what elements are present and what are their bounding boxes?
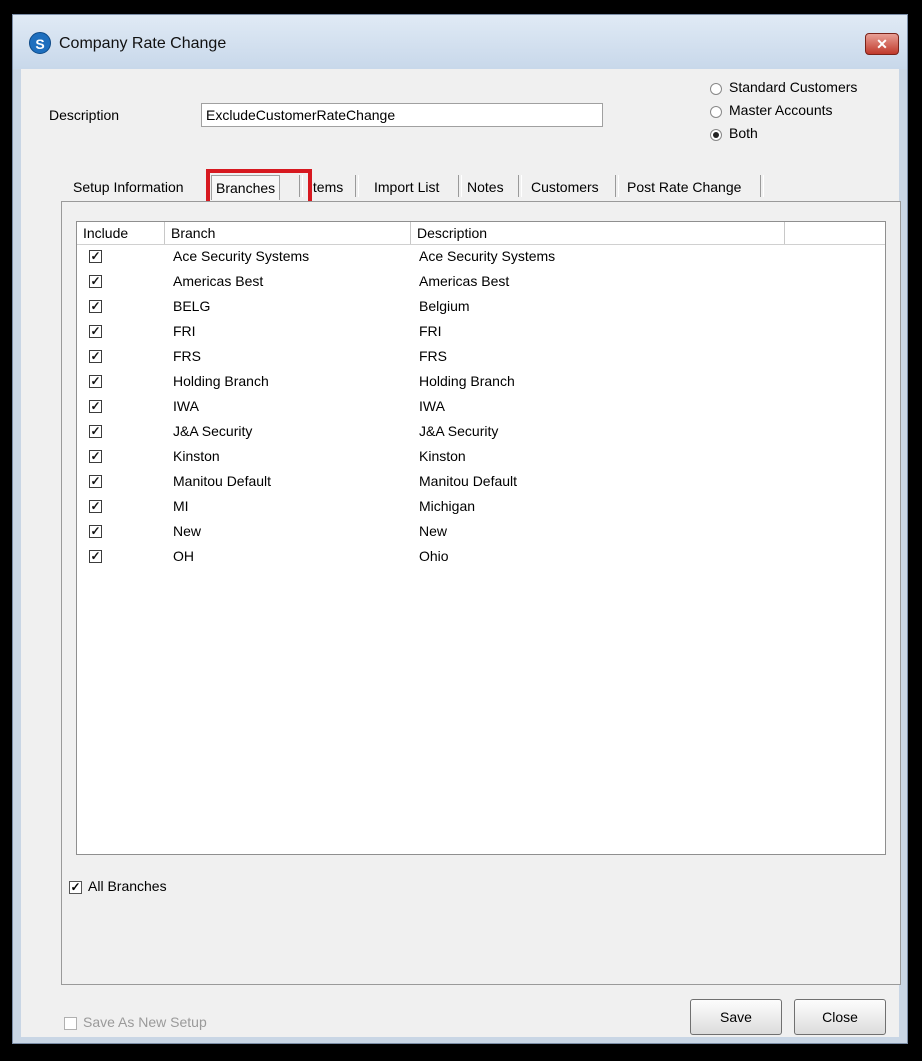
branch-cell: Holding Branch bbox=[173, 373, 269, 389]
standard-customers-radio[interactable] bbox=[710, 83, 722, 95]
save-as-new-setup-label: Save As New Setup bbox=[83, 1014, 207, 1030]
branches-tab-highlight-box bbox=[206, 169, 312, 205]
standard-customers-label: Standard Customers bbox=[729, 79, 858, 95]
table-row[interactable]: ✓ Holding Branch Holding Branch bbox=[77, 371, 885, 396]
tab-post-rate-change[interactable]: Post Rate Change bbox=[623, 175, 745, 199]
branch-cell: New bbox=[173, 523, 202, 539]
column-header-empty bbox=[785, 222, 885, 244]
both-label: Both bbox=[729, 125, 758, 141]
description-cell: Holding Branch bbox=[419, 373, 515, 389]
include-checkbox[interactable]: ✓ bbox=[89, 475, 102, 488]
window-title: Company Rate Change bbox=[59, 35, 227, 52]
table-row[interactable]: ✓ Ace Security Systems Ace Security System… bbox=[77, 246, 885, 271]
description-cell: IWA bbox=[419, 398, 445, 414]
branches-list[interactable]: Include Branch Description ✓ Ace Security… bbox=[76, 221, 886, 855]
column-header-description[interactable]: Description bbox=[411, 222, 785, 244]
tab-customers[interactable]: Customers bbox=[527, 175, 603, 199]
include-checkbox[interactable]: ✓ bbox=[89, 550, 102, 563]
master-accounts-label: Master Accounts bbox=[729, 102, 833, 118]
description-cell: Ohio bbox=[419, 548, 449, 564]
include-checkbox[interactable]: ✓ bbox=[89, 350, 102, 363]
all-branches-label: All Branches bbox=[88, 878, 167, 894]
branch-cell: Americas Best bbox=[173, 273, 264, 289]
table-row[interactable]: ✓ J&A Security J&A Security bbox=[77, 421, 885, 446]
description-cell: Ace Security Systems bbox=[419, 248, 556, 264]
tab-divider bbox=[760, 175, 764, 197]
branch-cell: Kinston bbox=[173, 448, 220, 464]
save-as-new-setup-checkbox[interactable] bbox=[64, 1017, 77, 1030]
app-logo-icon: S bbox=[29, 32, 51, 54]
description-label: Description bbox=[49, 107, 120, 123]
include-checkbox[interactable]: ✓ bbox=[89, 325, 102, 338]
description-cell: Belgium bbox=[419, 298, 470, 314]
tab-divider bbox=[518, 175, 522, 197]
table-row[interactable]: ✓ New New bbox=[77, 521, 885, 546]
both-radio[interactable] bbox=[710, 129, 722, 141]
description-cell: FRI bbox=[419, 323, 442, 339]
include-checkbox[interactable]: ✓ bbox=[89, 500, 102, 513]
tab-setup-information[interactable]: Setup Information bbox=[69, 175, 188, 199]
table-row[interactable]: ✓ Kinston Kinston bbox=[77, 446, 885, 471]
table-row[interactable]: ✓ MI Michigan bbox=[77, 496, 885, 521]
include-checkbox[interactable]: ✓ bbox=[89, 400, 102, 413]
include-checkbox[interactable]: ✓ bbox=[89, 300, 102, 313]
branch-cell: FRS bbox=[173, 348, 201, 364]
tab-import-list[interactable]: Import List bbox=[370, 175, 443, 199]
description-cell: J&A Security bbox=[419, 423, 499, 439]
close-window-button[interactable]: ✕ bbox=[865, 33, 899, 55]
branch-cell: MI bbox=[173, 498, 189, 514]
table-row[interactable]: ✓ FRI FRI bbox=[77, 321, 885, 346]
tab-divider bbox=[355, 175, 359, 197]
description-cell: Manitou Default bbox=[419, 473, 518, 489]
table-row[interactable]: ✓ Manitou Default Manitou Default bbox=[77, 471, 885, 496]
table-row[interactable]: ✓ BELG Belgium bbox=[77, 296, 885, 321]
description-cell: Michigan bbox=[419, 498, 476, 514]
branch-cell: Ace Security Systems bbox=[173, 248, 310, 264]
tab-notes[interactable]: Notes bbox=[463, 175, 508, 199]
description-cell: New bbox=[419, 523, 448, 539]
branches-list-header: Include Branch Description bbox=[77, 222, 885, 245]
include-checkbox[interactable]: ✓ bbox=[89, 375, 102, 388]
include-checkbox[interactable]: ✓ bbox=[89, 275, 102, 288]
include-checkbox[interactable]: ✓ bbox=[89, 450, 102, 463]
master-accounts-radio[interactable] bbox=[710, 106, 722, 118]
table-row[interactable]: ✓ FRS FRS bbox=[77, 346, 885, 371]
include-checkbox[interactable]: ✓ bbox=[89, 525, 102, 538]
description-input[interactable] bbox=[201, 103, 603, 127]
all-branches-checkbox[interactable]: ✓ bbox=[69, 881, 82, 894]
table-row[interactable]: ✓ IWA IWA bbox=[77, 396, 885, 421]
branch-cell: IWA bbox=[173, 398, 199, 414]
branch-cell: FRI bbox=[173, 323, 196, 339]
column-header-branch[interactable]: Branch bbox=[165, 222, 411, 244]
branch-cell: OH bbox=[173, 548, 194, 564]
title-bar[interactable]: S Company Rate Change ✕ bbox=[13, 15, 907, 69]
branch-cell: Manitou Default bbox=[173, 473, 272, 489]
company-rate-change-window: S Company Rate Change ✕ Description Stan… bbox=[12, 14, 908, 1044]
include-checkbox[interactable]: ✓ bbox=[89, 425, 102, 438]
branch-cell: J&A Security bbox=[173, 423, 253, 439]
tab-divider bbox=[458, 175, 462, 197]
tab-divider bbox=[615, 175, 619, 197]
save-button[interactable]: Save bbox=[690, 999, 782, 1035]
description-cell: Kinston bbox=[419, 448, 466, 464]
description-cell: Americas Best bbox=[419, 273, 510, 289]
table-row[interactable]: ✓ Americas Best Americas Best bbox=[77, 271, 885, 296]
include-checkbox[interactable]: ✓ bbox=[89, 250, 102, 263]
column-header-include[interactable]: Include bbox=[77, 222, 165, 244]
window-client-area: Description Standard Customers Master Ac… bbox=[21, 69, 901, 1037]
table-row[interactable]: ✓ OH Ohio bbox=[77, 546, 885, 571]
branch-cell: BELG bbox=[173, 298, 211, 314]
close-button[interactable]: Close bbox=[794, 999, 886, 1035]
description-cell: FRS bbox=[419, 348, 447, 364]
